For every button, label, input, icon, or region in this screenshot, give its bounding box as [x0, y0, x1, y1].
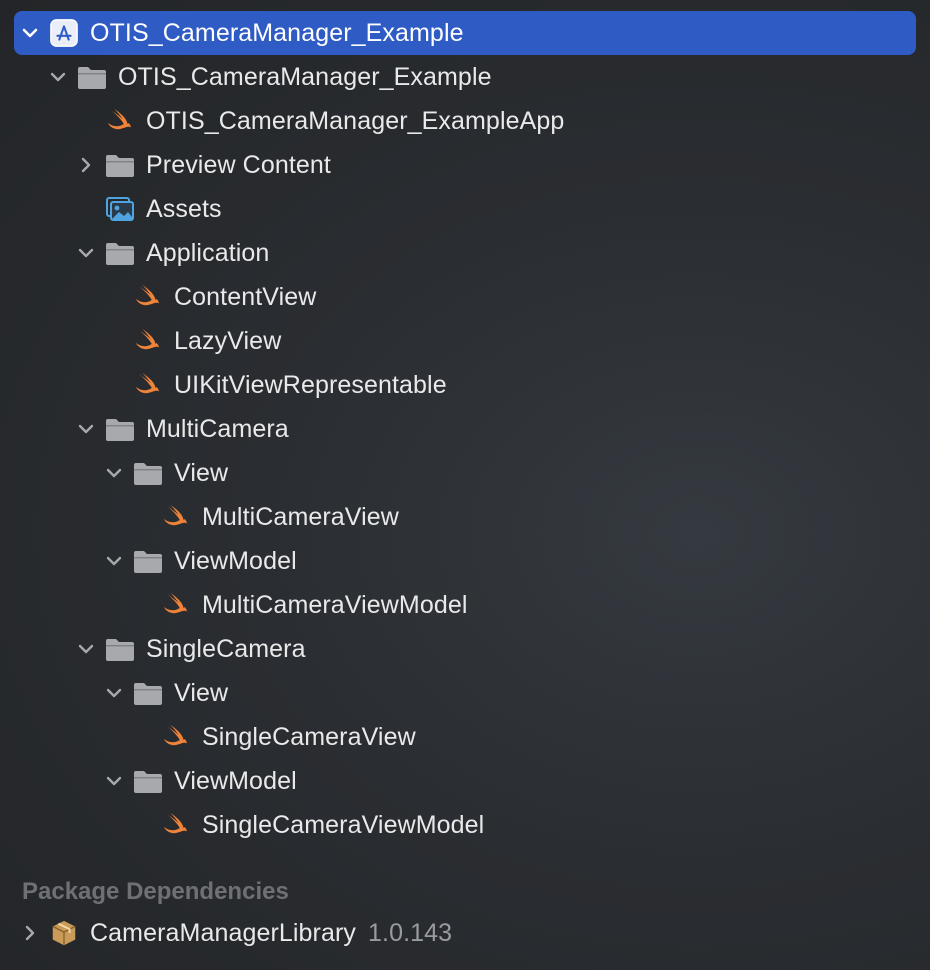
app-project-icon: [48, 17, 80, 49]
folder-row[interactable]: SingleCamera: [14, 627, 916, 671]
folder-row[interactable]: MultiCamera: [14, 407, 916, 451]
folder-label: ViewModel: [174, 547, 297, 575]
folder-icon: [104, 237, 136, 269]
folder-label: Application: [146, 239, 270, 267]
swift-file-icon: [160, 809, 192, 841]
asset-catalog-icon: [104, 193, 136, 225]
folder-row[interactable]: Application: [14, 231, 916, 275]
file-row[interactable]: LazyView: [14, 319, 916, 363]
folder-label: MultiCamera: [146, 415, 289, 443]
folder-icon: [132, 677, 164, 709]
file-label: SingleCameraView: [202, 723, 416, 751]
folder-icon: [104, 413, 136, 445]
folder-icon: [132, 765, 164, 797]
folder-row[interactable]: OTIS_CameraManager_Example: [14, 55, 916, 99]
folder-row[interactable]: View: [14, 671, 916, 715]
file-label: MultiCameraView: [202, 503, 399, 531]
chevron-down-icon[interactable]: [104, 683, 124, 703]
chevron-down-icon[interactable]: [20, 23, 40, 43]
project-navigator: OTIS_CameraManager_Example OTIS_CameraMa…: [0, 0, 930, 970]
file-label: ContentView: [174, 283, 317, 311]
folder-icon: [76, 61, 108, 93]
file-label: MultiCameraViewModel: [202, 591, 468, 619]
folder-row[interactable]: View: [14, 451, 916, 495]
file-label: UIKitViewRepresentable: [174, 371, 447, 399]
folder-icon: [132, 457, 164, 489]
folder-icon: [104, 149, 136, 181]
chevron-down-icon[interactable]: [104, 463, 124, 483]
file-label: Assets: [146, 195, 222, 223]
folder-label: ViewModel: [174, 767, 297, 795]
package-label: CameraManagerLibrary: [90, 919, 357, 947]
file-row[interactable]: ContentView: [14, 275, 916, 319]
swift-file-icon: [132, 369, 164, 401]
folder-label: View: [174, 679, 229, 707]
package-row[interactable]: CameraManagerLibrary 1.0.143: [14, 911, 916, 955]
chevron-down-icon[interactable]: [48, 67, 68, 87]
package-dependencies-header: Package Dependencies: [22, 878, 289, 905]
file-label: LazyView: [174, 327, 282, 355]
folder-label: Preview Content: [146, 151, 331, 179]
package-version: 1.0.143: [368, 918, 453, 947]
package-icon: [48, 917, 80, 949]
swift-file-icon: [160, 501, 192, 533]
folder-label: OTIS_CameraManager_Example: [118, 63, 492, 91]
project-row[interactable]: OTIS_CameraManager_Example: [14, 11, 916, 55]
file-label: OTIS_CameraManager_ExampleApp: [146, 107, 565, 135]
project-label: OTIS_CameraManager_Example: [90, 19, 464, 47]
chevron-down-icon[interactable]: [76, 243, 96, 263]
folder-icon: [104, 633, 136, 665]
folder-row[interactable]: ViewModel: [14, 539, 916, 583]
chevron-down-icon[interactable]: [76, 419, 96, 439]
file-row[interactable]: MultiCameraView: [14, 495, 916, 539]
file-row[interactable]: SingleCameraView: [14, 715, 916, 759]
file-row[interactable]: MultiCameraViewModel: [14, 583, 916, 627]
file-row[interactable]: OTIS_CameraManager_ExampleApp: [14, 99, 916, 143]
file-label: SingleCameraViewModel: [202, 811, 485, 839]
swift-file-icon: [160, 589, 192, 621]
folder-row[interactable]: Preview Content: [14, 143, 916, 187]
file-row[interactable]: UIKitViewRepresentable: [14, 363, 916, 407]
folder-row[interactable]: ViewModel: [14, 759, 916, 803]
chevron-right-icon[interactable]: [20, 923, 40, 943]
chevron-down-icon[interactable]: [76, 639, 96, 659]
chevron-right-icon[interactable]: [76, 155, 96, 175]
file-row[interactable]: SingleCameraViewModel: [14, 803, 916, 847]
folder-label: View: [174, 459, 229, 487]
file-row[interactable]: Assets: [14, 187, 916, 231]
swift-file-icon: [132, 281, 164, 313]
swift-file-icon: [132, 325, 164, 357]
folder-icon: [132, 545, 164, 577]
folder-label: SingleCamera: [146, 635, 306, 663]
chevron-down-icon[interactable]: [104, 551, 124, 571]
swift-file-icon: [160, 721, 192, 753]
swift-file-icon: [104, 105, 136, 137]
chevron-down-icon[interactable]: [104, 771, 124, 791]
